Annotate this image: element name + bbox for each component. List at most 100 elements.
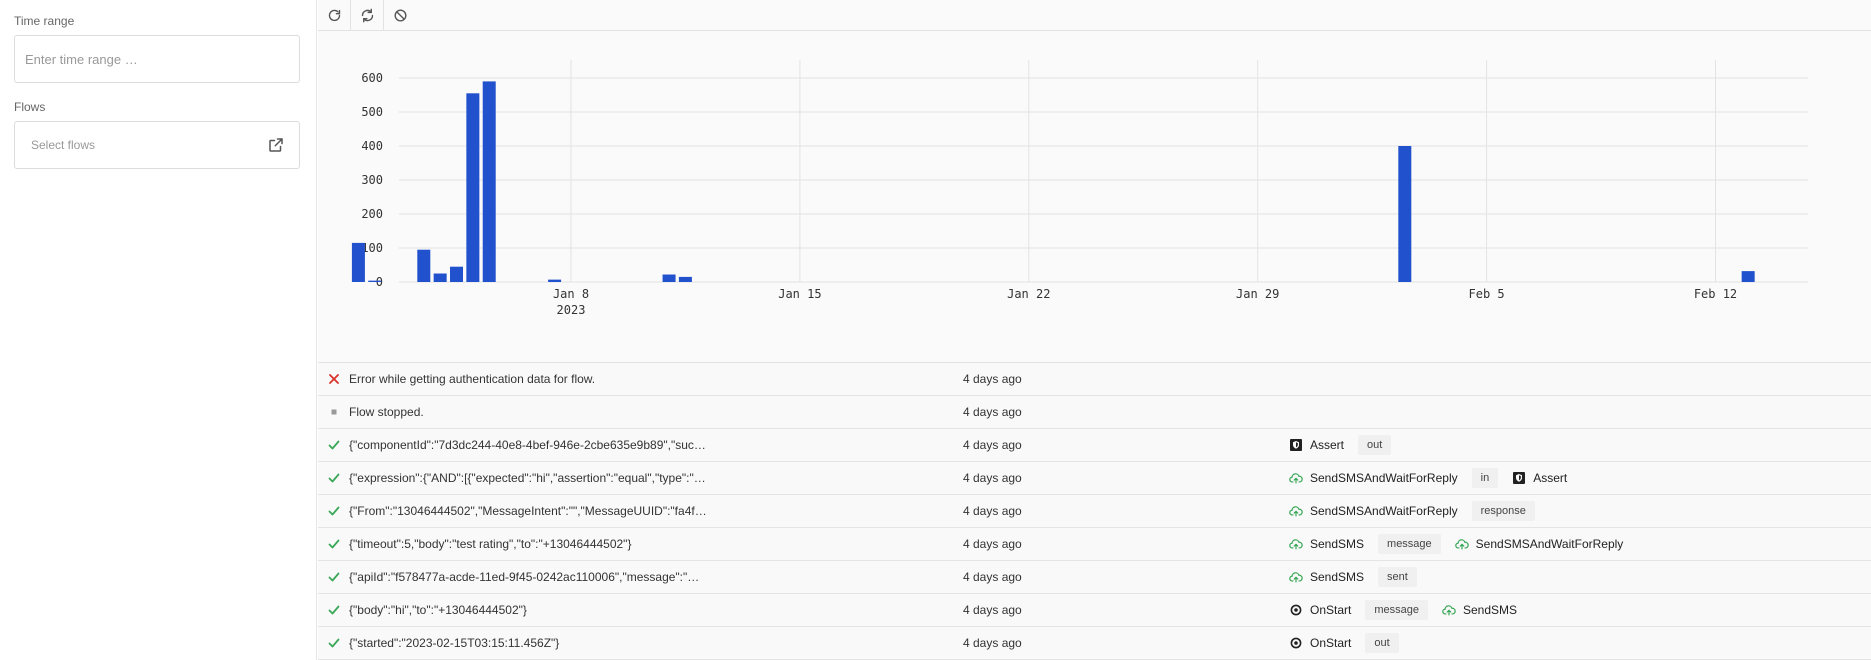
histogram-bar[interactable]: [368, 280, 382, 282]
log-row[interactable]: {"expression":{"AND":[{"expected":"hi","…: [318, 462, 1871, 495]
cloud-upload-icon: [1289, 471, 1303, 485]
histogram-bar[interactable]: [1398, 146, 1412, 282]
histogram-bar[interactable]: [662, 274, 676, 282]
log-row[interactable]: {"started":"2023-02-15T03:15:11.456Z"} 4 …: [318, 627, 1871, 660]
log-components: SendSMS sent: [1283, 566, 1417, 588]
component-chip[interactable]: Assert: [1283, 434, 1350, 456]
target-icon: [1289, 603, 1303, 617]
histogram-bar[interactable]: [548, 279, 562, 282]
log-status-ok-icon: [318, 604, 349, 616]
x-tick-label: Feb 12: [1694, 287, 1737, 301]
log-list: Error while getting authentication data …: [318, 362, 1871, 660]
histogram-bar[interactable]: [433, 273, 447, 283]
component-chip[interactable]: SendSMSAndWaitForReply: [1283, 500, 1464, 522]
log-timestamp: 4 days ago: [963, 405, 1022, 419]
log-message: {"expression":{"AND":[{"expected":"hi","…: [349, 471, 706, 485]
clear-button[interactable]: [384, 0, 417, 30]
log-status-ok-icon: [318, 439, 349, 451]
log-row[interactable]: {"timeout":5,"body":"test rating","to":"…: [318, 528, 1871, 561]
log-components: SendSMSAndWaitForReply in Assert: [1283, 467, 1573, 489]
port-badge: sent: [1378, 567, 1417, 587]
histogram-bar[interactable]: [1741, 271, 1755, 282]
component-chip[interactable]: OnStart: [1283, 632, 1357, 654]
log-row[interactable]: {"body":"hi","to":"+13046444502"} 4 days …: [318, 594, 1871, 627]
flows-select[interactable]: Select flows: [14, 121, 300, 169]
cloud-upload-icon: [1454, 537, 1469, 551]
histogram-bar[interactable]: [678, 276, 692, 282]
events-histogram: 0100200300400500600Jan 82023Jan 15Jan 22…: [318, 32, 1871, 362]
toolbar: [318, 0, 1871, 31]
component-name: Assert: [1533, 471, 1568, 485]
component-chip[interactable]: SendSMSAndWaitForReply: [1283, 467, 1464, 489]
log-status-ok-icon: [318, 571, 349, 583]
log-row[interactable]: Flow stopped. 4 days ago: [318, 396, 1871, 429]
time-range-label: Time range: [14, 14, 75, 28]
histogram-bar[interactable]: [482, 81, 496, 283]
component-chip[interactable]: SendSMS: [1283, 533, 1370, 555]
log-components: Assert out: [1283, 434, 1392, 456]
log-timestamp: 4 days ago: [963, 537, 1022, 551]
log-timestamp: 4 days ago: [963, 438, 1022, 452]
filter-sidebar: Time range Flows Select flows: [0, 0, 317, 660]
histogram-bar[interactable]: [351, 242, 365, 282]
histogram-bar[interactable]: [417, 249, 431, 282]
log-message: Error while getting authentication data …: [349, 372, 596, 386]
component-chip[interactable]: SendSMS: [1436, 599, 1523, 621]
port-badge: message: [1365, 600, 1428, 620]
histogram-bar[interactable]: [450, 266, 464, 282]
port-badge: out: [1358, 435, 1392, 455]
log-components: OnStart message SendSMS: [1283, 599, 1523, 621]
log-components: SendSMS message SendSMSAndWaitForReply: [1283, 533, 1629, 555]
log-message: {"apiId":"f578477a-acde-11ed-9f45-0242ac…: [349, 570, 700, 584]
histogram-bar[interactable]: [466, 93, 480, 282]
port-badge: in: [1471, 468, 1499, 488]
log-timestamp: 4 days ago: [963, 570, 1022, 584]
open-external-icon[interactable]: [267, 136, 285, 154]
y-tick-label: 500: [361, 105, 383, 119]
log-message: {"body":"hi","to":"+13046444502"}: [349, 603, 527, 617]
log-row[interactable]: {"apiId":"f578477a-acde-11ed-9f45-0242ac…: [318, 561, 1871, 594]
shield-icon: [1512, 471, 1526, 485]
log-status-ok-icon: [318, 538, 349, 550]
flows-label: Flows: [14, 100, 46, 114]
component-name: SendSMS: [1310, 570, 1365, 584]
y-tick-label: 400: [361, 139, 383, 153]
component-chip[interactable]: SendSMSAndWaitForReply: [1449, 533, 1630, 555]
log-timestamp: 4 days ago: [963, 372, 1022, 386]
log-row[interactable]: {"componentId":"7d3dc244-40e8-4bef-946e-…: [318, 429, 1871, 462]
log-status-ok-icon: [318, 472, 349, 484]
x-tick-label: Jan 8: [553, 287, 589, 301]
log-message: {"From":"13046444502","MessageIntent":""…: [349, 504, 707, 518]
component-name: Assert: [1310, 438, 1345, 452]
port-badge: out: [1365, 633, 1399, 653]
cloud-upload-icon: [1289, 570, 1303, 584]
log-components: SendSMSAndWaitForReply response: [1283, 500, 1535, 522]
log-message: {"componentId":"7d3dc244-40e8-4bef-946e-…: [349, 438, 706, 452]
component-name: SendSMSAndWaitForReply: [1310, 471, 1458, 485]
ban-icon: [394, 9, 407, 21]
component-name: OnStart: [1310, 636, 1352, 650]
sync-icon: [361, 8, 373, 22]
refresh-button[interactable]: [318, 0, 351, 30]
log-status-error-icon: [318, 373, 349, 385]
component-chip[interactable]: SendSMS: [1283, 566, 1370, 588]
log-status-stopped-icon: [318, 406, 349, 418]
component-name: SendSMS: [1463, 603, 1518, 617]
log-message: {"started":"2023-02-15T03:15:11.456Z"}: [349, 636, 560, 650]
time-range-field[interactable]: [14, 35, 300, 83]
component-chip[interactable]: OnStart: [1283, 599, 1357, 621]
log-row[interactable]: Error while getting authentication data …: [318, 363, 1871, 396]
component-name: SendSMSAndWaitForReply: [1475, 537, 1624, 551]
time-range-input[interactable]: [25, 51, 289, 67]
log-status-ok-icon: [318, 505, 349, 517]
flows-placeholder: Select flows: [31, 138, 96, 152]
log-message: {"timeout":5,"body":"test rating","to":"…: [349, 537, 632, 551]
shield-icon: [1289, 438, 1303, 452]
auto-refresh-button[interactable]: [351, 0, 384, 30]
log-status-ok-icon: [318, 637, 349, 649]
refresh-icon: [328, 9, 340, 21]
target-icon: [1289, 636, 1303, 650]
log-row[interactable]: {"From":"13046444502","MessageIntent":""…: [318, 495, 1871, 528]
component-chip[interactable]: Assert: [1506, 467, 1573, 489]
log-timestamp: 4 days ago: [963, 504, 1022, 518]
